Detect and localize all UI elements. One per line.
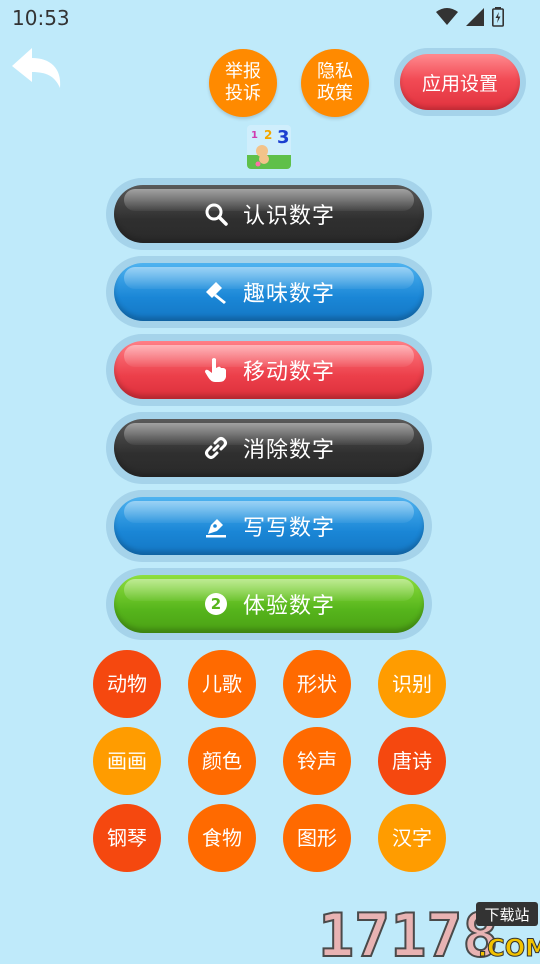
app-settings-label: 应用设置 bbox=[421, 72, 498, 95]
category-label: 铃声 bbox=[297, 749, 337, 773]
search-icon bbox=[203, 201, 229, 227]
category-colors[interactable]: 颜色 bbox=[188, 727, 256, 795]
category-animals[interactable]: 动物 bbox=[93, 650, 161, 718]
settings-button-frame: 应用设置 bbox=[394, 48, 526, 116]
privacy-policy-button[interactable]: 隐私 政策 bbox=[301, 49, 369, 117]
battery-icon bbox=[492, 7, 504, 27]
move-numbers-label: 移动数字 bbox=[242, 360, 335, 385]
experience-numbers-label: 体验数字 bbox=[242, 594, 335, 619]
watermark-domain: .COM bbox=[478, 934, 540, 960]
status-time: 10:53 bbox=[12, 6, 70, 30]
category-label: 钢琴 bbox=[107, 826, 147, 850]
experience-numbers-button[interactable]: 2 体验数字 bbox=[114, 575, 424, 633]
category-drawing[interactable]: 画画 bbox=[93, 727, 161, 795]
logo-digit-2: 2 bbox=[264, 128, 272, 142]
number-two-icon: 2 bbox=[203, 591, 229, 617]
signal-icon bbox=[466, 8, 484, 26]
menu-frame-3: 移动数字 bbox=[106, 334, 432, 406]
hammer-icon bbox=[203, 279, 229, 305]
status-bar: 10:53 bbox=[0, 0, 540, 36]
category-label: 食物 bbox=[202, 826, 242, 850]
menu-frame-4: 消除数字 bbox=[106, 412, 432, 484]
link-icon bbox=[203, 435, 229, 461]
back-arrow-icon bbox=[12, 48, 61, 88]
category-label: 儿歌 bbox=[202, 672, 242, 696]
category-label: 汉字 bbox=[392, 826, 432, 850]
write-numbers-button[interactable]: 写写数字 bbox=[114, 497, 424, 555]
pen-icon bbox=[203, 513, 229, 539]
category-label: 图形 bbox=[297, 826, 337, 850]
menu-frame-2: 趣味数字 bbox=[106, 256, 432, 328]
app-settings-button[interactable]: 应用设置 bbox=[400, 54, 520, 110]
category-nursery-rhymes[interactable]: 儿歌 bbox=[188, 650, 256, 718]
category-chinese-characters[interactable]: 汉字 bbox=[378, 804, 446, 872]
fun-numbers-label: 趣味数字 bbox=[242, 282, 335, 307]
eliminate-numbers-label: 消除数字 bbox=[242, 438, 335, 463]
category-food[interactable]: 食物 bbox=[188, 804, 256, 872]
category-label: 形状 bbox=[297, 672, 337, 696]
category-recognize[interactable]: 识别 bbox=[378, 650, 446, 718]
fun-numbers-button[interactable]: 趣味数字 bbox=[114, 263, 424, 321]
privacy-policy-label: 隐私 政策 bbox=[317, 61, 353, 104]
recognize-numbers-button[interactable]: 认识数字 bbox=[114, 185, 424, 243]
category-label: 颜色 bbox=[202, 749, 242, 773]
wifi-icon bbox=[436, 8, 458, 25]
svg-text:2: 2 bbox=[211, 595, 221, 613]
logo-digit-1: 1 bbox=[251, 130, 258, 141]
logo-digit-3: 3 bbox=[277, 127, 290, 148]
hand-pointer-icon bbox=[203, 357, 229, 383]
watermark-number: 17178 bbox=[318, 901, 499, 960]
menu-frame-5: 写写数字 bbox=[106, 490, 432, 562]
category-shapes[interactable]: 形状 bbox=[283, 650, 351, 718]
status-icons bbox=[436, 7, 504, 27]
report-complaint-label: 举报 投诉 bbox=[225, 61, 261, 104]
category-piano[interactable]: 钢琴 bbox=[93, 804, 161, 872]
menu-frame-6: 2 体验数字 bbox=[106, 568, 432, 640]
category-ringtones[interactable]: 铃声 bbox=[283, 727, 351, 795]
write-numbers-label: 写写数字 bbox=[242, 516, 335, 541]
category-label: 动物 bbox=[107, 672, 147, 696]
report-complaint-button[interactable]: 举报 投诉 bbox=[209, 49, 277, 117]
category-label: 识别 bbox=[392, 672, 432, 696]
recognize-numbers-label: 认识数字 bbox=[242, 204, 335, 229]
eliminate-numbers-button[interactable]: 消除数字 bbox=[114, 419, 424, 477]
watermark-logo: 17178 下载站 .COM bbox=[317, 898, 540, 964]
move-numbers-button[interactable]: 移动数字 bbox=[114, 341, 424, 399]
category-tang-poems[interactable]: 唐诗 bbox=[378, 727, 446, 795]
watermark-tag: 下载站 bbox=[484, 906, 529, 924]
app-logo: 1 2 3 bbox=[247, 125, 291, 169]
category-label: 画画 bbox=[107, 749, 147, 773]
category-graphics[interactable]: 图形 bbox=[283, 804, 351, 872]
category-label: 唐诗 bbox=[392, 749, 432, 773]
menu-frame-1: 认识数字 bbox=[106, 178, 432, 250]
back-button[interactable] bbox=[8, 44, 64, 96]
